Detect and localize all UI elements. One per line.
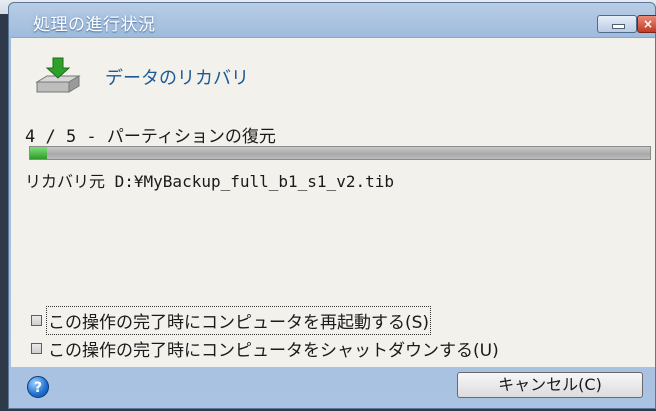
cancel-button[interactable]: キャンセル(C) xyxy=(457,372,643,398)
shutdown-label[interactable]: この操作の完了時にコンピュータをシャットダウンする(U) xyxy=(48,336,499,361)
disk-restore-icon xyxy=(35,57,81,93)
shutdown-option[interactable]: この操作の完了時にコンピュータをシャットダウンする(U) xyxy=(31,336,499,361)
close-button[interactable]: × xyxy=(637,15,656,33)
progress-bar xyxy=(29,146,651,160)
minimize-button[interactable] xyxy=(597,15,637,33)
restart-option[interactable]: この操作の完了時にコンピュータを再起動する(S) xyxy=(31,306,432,335)
help-icon[interactable]: ? xyxy=(27,376,49,398)
step-status: 4 / 5 - パーティションの復元 xyxy=(25,127,276,147)
restart-checkbox[interactable] xyxy=(31,315,42,326)
dialog-body: データのリカバリ 4 / 5 - パーティションの復元 リカバリ元 D:¥MyB… xyxy=(11,37,655,367)
restart-label[interactable]: この操作の完了時にコンピュータを再起動する(S) xyxy=(45,306,432,335)
title-bar[interactable]: 処理の進行状況 × xyxy=(9,3,656,37)
progress-fill xyxy=(30,147,47,159)
minimize-icon xyxy=(612,24,625,29)
recovery-source: リカバリ元 D:¥MyBackup_full_b1_s1_v2.tib xyxy=(25,172,394,191)
progress-dialog: 処理の進行状況 × データのリカバリ 4 / 5 - パーティションの復元 リカ… xyxy=(8,2,656,409)
window-title: 処理の進行状況 xyxy=(33,15,156,35)
close-icon: × xyxy=(642,17,654,31)
shutdown-checkbox[interactable] xyxy=(31,343,42,354)
task-title: データのリカバリ xyxy=(105,68,249,89)
dialog-footer: ? キャンセル(C) xyxy=(11,367,655,408)
